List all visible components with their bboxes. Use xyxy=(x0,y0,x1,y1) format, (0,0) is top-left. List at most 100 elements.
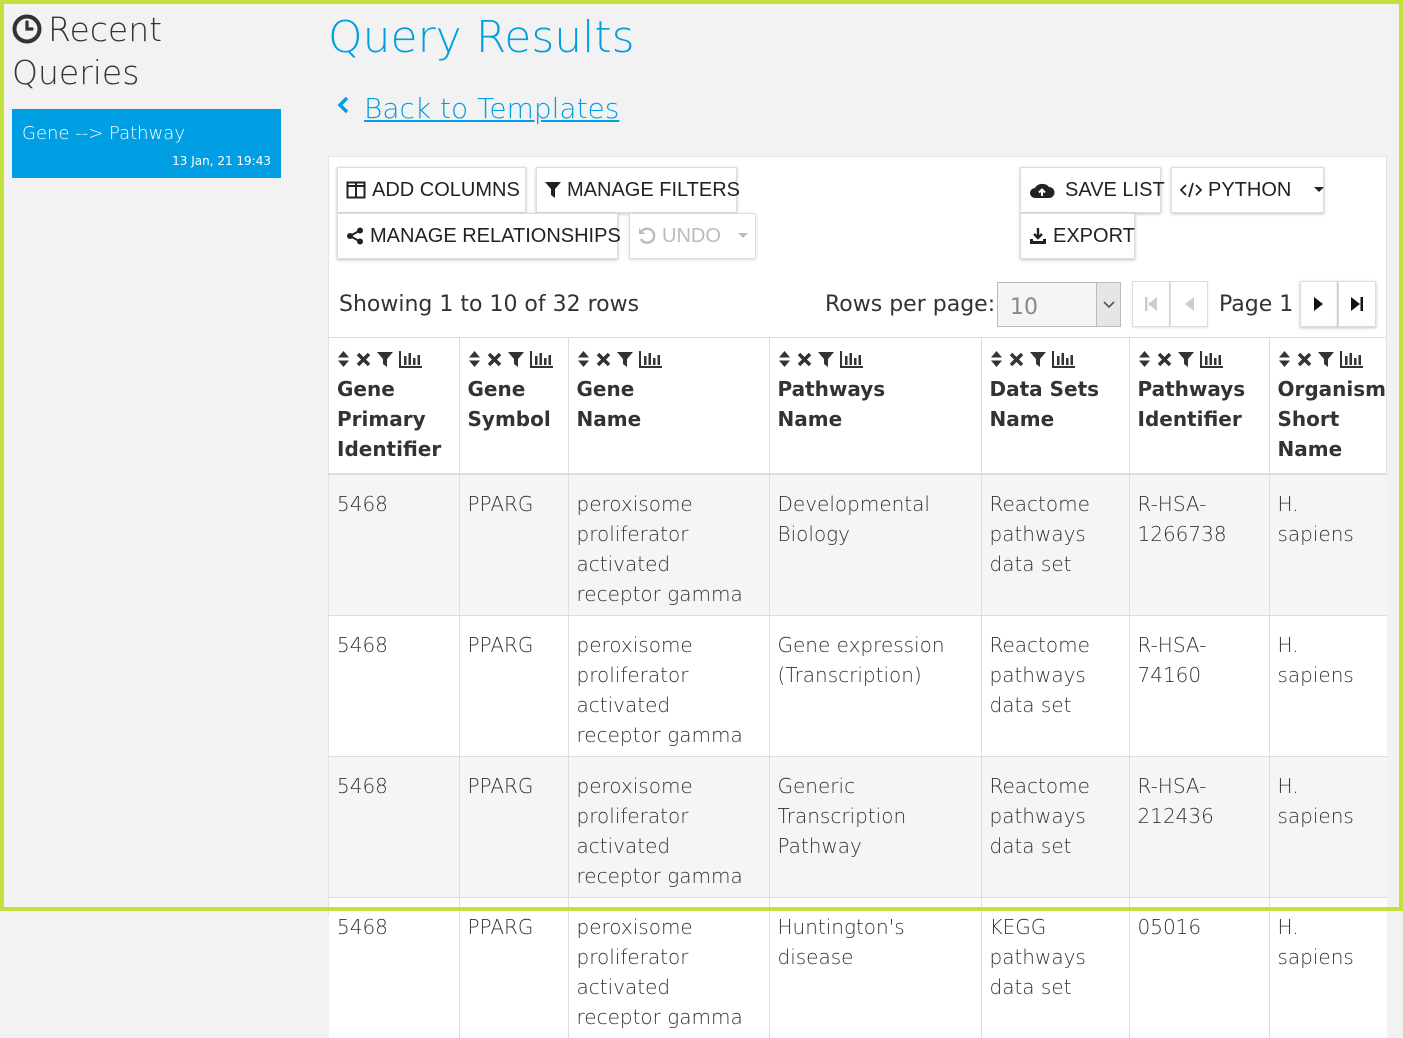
save-list-label: SAVE LIST xyxy=(1065,178,1165,201)
chevron-left-icon xyxy=(336,95,350,120)
sort-icon[interactable] xyxy=(1138,350,1151,368)
filter-icon[interactable] xyxy=(377,351,393,368)
sort-icon[interactable] xyxy=(778,350,791,368)
download-icon xyxy=(1030,228,1046,244)
back-to-templates-link[interactable]: Back to Templates xyxy=(336,92,619,125)
column-controls xyxy=(778,348,973,370)
add-columns-button[interactable]: ADD COLUMNS xyxy=(337,167,526,213)
recent-title-line1: Recent xyxy=(48,10,163,49)
columns-icon xyxy=(346,181,366,199)
table-cell[interactable]: 5468 xyxy=(329,614,460,756)
table-cell[interactable]: R-HSA-1266738 xyxy=(1129,473,1270,615)
next-page-button[interactable] xyxy=(1300,281,1338,327)
recent-query-name: Gene --> Pathway xyxy=(22,123,185,144)
manage-filters-button[interactable]: MANAGE FILTERS xyxy=(536,167,740,213)
table-cell[interactable]: H. sapiens xyxy=(1269,473,1387,615)
remove-column-icon[interactable] xyxy=(797,352,812,367)
summary-chart-icon[interactable] xyxy=(638,350,663,368)
column-header-label: Pathways xyxy=(777,377,886,401)
sort-icon[interactable] xyxy=(337,350,350,368)
table-cell[interactable]: PPARG xyxy=(459,755,569,897)
recent-queries-sidebar: Recent Queries Gene --> Pathway 13 Jan, … xyxy=(12,10,282,178)
remove-column-icon[interactable] xyxy=(1297,352,1312,367)
table-cell[interactable]: 5468 xyxy=(329,755,460,897)
filter-icon[interactable] xyxy=(1177,351,1194,368)
table-cell[interactable]: H. sapiens xyxy=(1269,614,1387,756)
chevron-down-icon xyxy=(737,233,748,238)
column-controls xyxy=(468,348,560,370)
table-cell[interactable]: PPARG xyxy=(459,473,569,615)
table-cell[interactable]: Huntington's disease xyxy=(769,896,982,1038)
table-header-row: Gene Primary Identifier Gene Symbol Gene Nam… xyxy=(329,337,1387,475)
table-cell[interactable]: PPARG xyxy=(459,614,569,756)
last-page-button[interactable] xyxy=(1338,281,1376,327)
previous-page-button[interactable] xyxy=(1170,281,1208,327)
table-cell[interactable]: Reactome pathways data set xyxy=(981,614,1130,756)
remove-column-icon[interactable] xyxy=(596,352,611,367)
table-cell[interactable]: peroxisome proliferator activated recept… xyxy=(568,755,770,897)
rows-per-page-value: 10 xyxy=(1010,295,1038,320)
table-cell[interactable]: peroxisome proliferator activated recept… xyxy=(568,614,770,756)
table-cell[interactable]: Reactome pathways data set xyxy=(981,473,1130,615)
rows-per-page-select[interactable]: 10 xyxy=(997,282,1121,327)
table-cell[interactable]: R-HSA-212436 xyxy=(1129,755,1270,897)
summary-chart-icon[interactable] xyxy=(1051,350,1076,368)
first-page-button[interactable] xyxy=(1132,281,1170,327)
column-header-label: Pathways xyxy=(1137,377,1246,401)
undo-button[interactable]: UNDO xyxy=(629,213,756,259)
table-cell[interactable]: 5468 xyxy=(329,896,460,1038)
recent-query-item[interactable]: Gene --> Pathway 13 Jan, 21 19:43 xyxy=(12,109,281,178)
remove-column-icon[interactable] xyxy=(487,352,502,367)
sort-icon[interactable] xyxy=(577,350,590,368)
summary-chart-icon[interactable] xyxy=(1199,350,1224,368)
column-header: Gene Symbol xyxy=(459,337,569,475)
undo-icon xyxy=(639,227,656,244)
table-cell[interactable]: R-HSA-74160 xyxy=(1129,614,1270,756)
column-header-label: Data Sets xyxy=(989,377,1100,401)
manage-relationships-label: MANAGE RELATIONSHIPS xyxy=(370,224,621,247)
table-row: 5468 PPARG peroxisome proliferator activat… xyxy=(329,755,1387,897)
table-cell[interactable]: H. sapiens xyxy=(1269,755,1387,897)
sort-icon[interactable] xyxy=(990,350,1003,368)
summary-chart-icon[interactable] xyxy=(839,350,864,368)
filter-icon[interactable] xyxy=(817,351,834,368)
manage-relationships-button[interactable]: MANAGE RELATIONSHIPS xyxy=(337,213,621,259)
filter-icon[interactable] xyxy=(1029,351,1046,368)
share-icon xyxy=(347,227,363,245)
table-cell[interactable]: 5468 xyxy=(329,473,460,615)
table-cell[interactable]: KEGG pathways data set xyxy=(981,896,1130,1038)
table-cell[interactable]: peroxisome proliferator activated recept… xyxy=(568,896,770,1038)
column-header-label: Identifier xyxy=(337,437,442,461)
column-controls xyxy=(577,348,761,370)
export-label: EXPORT xyxy=(1053,224,1135,247)
export-button[interactable]: EXPORT xyxy=(1020,213,1135,259)
remove-column-icon[interactable] xyxy=(356,352,371,367)
table-cell[interactable]: Developmental Biology xyxy=(769,473,982,615)
python-code-button[interactable]: PYTHON xyxy=(1171,167,1325,213)
summary-chart-icon[interactable] xyxy=(1339,350,1364,368)
recent-queries-title: Recent Queries xyxy=(12,10,282,93)
table-row: 5468 PPARG peroxisome proliferator activat… xyxy=(329,896,1387,1038)
table-cell[interactable]: 05016 xyxy=(1129,896,1270,1038)
table-cell[interactable]: Reactome pathways data set xyxy=(981,755,1130,897)
remove-column-icon[interactable] xyxy=(1009,352,1024,367)
rows-per-page-label: Rows per page: xyxy=(825,292,996,317)
sort-icon[interactable] xyxy=(1278,350,1291,368)
undo-label: UNDO xyxy=(662,224,721,247)
table-cell[interactable]: Generic Transcription Pathway xyxy=(769,755,982,897)
filter-icon[interactable] xyxy=(616,351,633,368)
table-cell[interactable]: H. sapiens xyxy=(1269,896,1387,1038)
remove-column-icon[interactable] xyxy=(1157,352,1172,367)
column-controls xyxy=(990,348,1121,370)
save-list-button[interactable]: SAVE LIST xyxy=(1020,167,1165,213)
summary-chart-icon[interactable] xyxy=(529,350,554,368)
table-cell[interactable]: peroxisome proliferator activated recept… xyxy=(568,473,770,615)
table-cell[interactable]: Gene expression (Transcription) xyxy=(769,614,982,756)
summary-chart-icon[interactable] xyxy=(399,350,423,368)
table-cell[interactable]: PPARG xyxy=(459,896,569,1038)
filter-icon[interactable] xyxy=(1317,351,1334,368)
filter-icon[interactable] xyxy=(507,351,524,368)
sort-icon[interactable] xyxy=(468,350,481,368)
python-label: PYTHON xyxy=(1208,178,1292,201)
page-title: Query Results xyxy=(328,12,635,63)
